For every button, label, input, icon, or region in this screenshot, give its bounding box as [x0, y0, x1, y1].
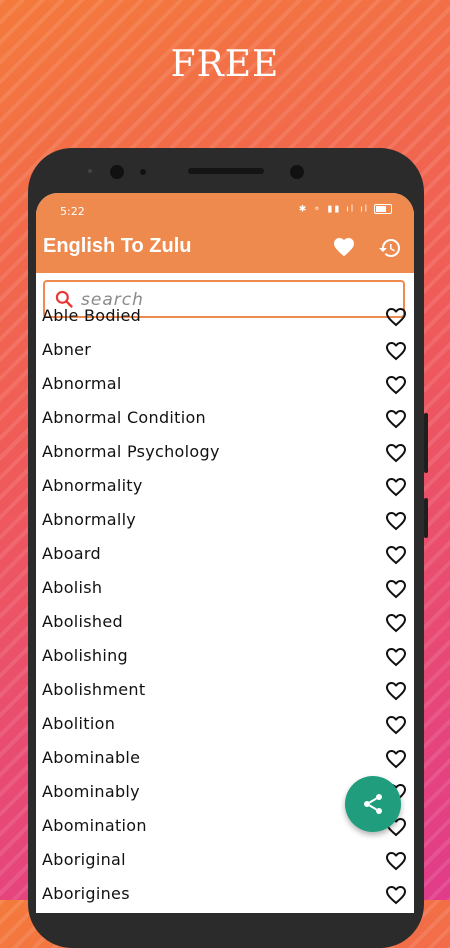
- list-item[interactable]: Aboard: [36, 539, 414, 573]
- word-label: Abolished: [42, 612, 123, 631]
- word-label: Aboriginal: [42, 850, 126, 869]
- word-label: Abnormal: [42, 374, 122, 393]
- list-item[interactable]: Abolishing: [36, 641, 414, 675]
- favorite-heart-icon[interactable]: [384, 883, 408, 907]
- power-button: [424, 498, 428, 538]
- word-label: Abnormal Psychology: [42, 442, 220, 461]
- word-label: Abnormal Condition: [42, 408, 207, 427]
- list-item[interactable]: Abominable: [36, 743, 414, 777]
- word-label: Aboard: [42, 544, 101, 563]
- app-title: English To Zulu: [43, 235, 192, 257]
- favorite-heart-icon[interactable]: [384, 543, 408, 567]
- share-icon: [364, 794, 382, 814]
- word-label: Able Bodied: [42, 306, 142, 325]
- word-label: Abolishing: [42, 646, 128, 665]
- list-item[interactable]: Abolishment: [36, 675, 414, 709]
- front-camera: [110, 165, 124, 179]
- proximity-sensor: [140, 169, 146, 175]
- favorite-heart-icon[interactable]: [384, 713, 408, 737]
- word-label: Abolition: [42, 714, 116, 733]
- list-item[interactable]: Abnormal Psychology: [36, 437, 414, 471]
- history-icon[interactable]: [378, 236, 402, 260]
- list-item[interactable]: Abnormal: [36, 369, 414, 403]
- list-item[interactable]: Aborigines: [36, 879, 414, 913]
- word-label: Abolish: [42, 578, 103, 597]
- list-item[interactable]: Abolition: [36, 709, 414, 743]
- list-item[interactable]: Abolished: [36, 607, 414, 641]
- favorite-heart-icon[interactable]: [384, 373, 408, 397]
- list-item[interactable]: Abolish: [36, 573, 414, 607]
- status-time: 5:22: [60, 205, 85, 218]
- word-label: Abominable: [42, 748, 141, 767]
- favorite-heart-icon[interactable]: [384, 645, 408, 669]
- word-label: Abnormally: [42, 510, 137, 529]
- sensor: [88, 169, 92, 173]
- favorite-heart-icon[interactable]: [384, 611, 408, 635]
- word-label: Abolishment: [42, 680, 146, 699]
- list-item[interactable]: Abner: [36, 335, 414, 369]
- battery-icon: [374, 204, 392, 214]
- word-label: Abomination: [42, 816, 147, 835]
- favorite-heart-icon[interactable]: [384, 339, 408, 363]
- front-camera-2: [290, 165, 304, 179]
- word-label: Aborigines: [42, 884, 130, 903]
- list-item[interactable]: Able Bodied: [36, 301, 414, 335]
- app-bar: 5:22 ✱ ⚬ ▮▮ ıl ıl English To Zulu: [36, 193, 414, 273]
- favorite-heart-icon[interactable]: [384, 679, 408, 703]
- share-button[interactable]: [345, 776, 401, 832]
- list-item[interactable]: Abnormality: [36, 471, 414, 505]
- favorite-heart-icon[interactable]: [384, 407, 408, 431]
- favorite-heart-icon[interactable]: [384, 509, 408, 533]
- list-item[interactable]: Aboriginal: [36, 845, 414, 879]
- word-label: Abnormality: [42, 476, 143, 495]
- status-icons: ✱ ⚬ ▮▮ ıl ıl: [299, 204, 392, 215]
- volume-button: [424, 413, 428, 473]
- favorites-heart-icon[interactable]: [332, 235, 356, 259]
- status-icons-text: ✱ ⚬ ▮▮ ıl ıl: [298, 204, 370, 215]
- promo-title: FREE: [170, 44, 280, 85]
- word-label: Abner: [42, 340, 92, 359]
- list-item[interactable]: Abnormally: [36, 505, 414, 539]
- list-item[interactable]: Abnormal Condition: [36, 403, 414, 437]
- favorite-heart-icon[interactable]: [384, 305, 408, 329]
- favorite-heart-icon[interactable]: [384, 747, 408, 771]
- favorite-heart-icon[interactable]: [384, 577, 408, 601]
- favorite-heart-icon[interactable]: [384, 475, 408, 499]
- word-label: Abominably: [42, 782, 140, 801]
- favorite-heart-icon[interactable]: [384, 441, 408, 465]
- favorite-heart-icon[interactable]: [384, 849, 408, 873]
- earpiece-speaker: [188, 168, 264, 174]
